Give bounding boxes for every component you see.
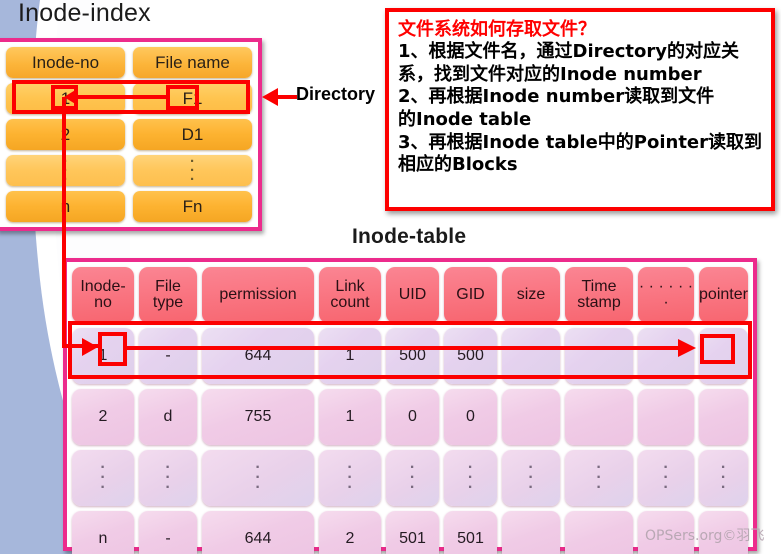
inode-table-cell [638, 389, 694, 445]
vertical-ellipsis-icon: ··· [165, 459, 171, 496]
inode-index-table: Inode-no File name 1 F1 2 D1 ··· ··· n F… [0, 38, 262, 231]
inode-table-cell: - [139, 511, 197, 554]
arrow-line-filename-to-inode [74, 95, 170, 99]
inode-index-row-2[interactable]: 2 D1 [6, 119, 252, 150]
highlight-box-directory-file-name [166, 85, 199, 110]
inode-table-cell: · · · [638, 450, 694, 506]
inode-table-header-link-count: Link count [319, 267, 381, 323]
inode-table-cell: 501 [386, 511, 439, 554]
inode-table-header-pointer: pointer [699, 267, 748, 323]
inode-table-cell: 644 [202, 511, 314, 554]
inode-table-cell [502, 389, 560, 445]
inode-table-cell: · · · [139, 450, 197, 506]
inode-index-header-file-name: File name [133, 47, 252, 78]
inode-index-header-inode-no: Inode-no [6, 47, 125, 78]
inode-table-cell: · · · [386, 450, 439, 506]
inode-table-cell: 0 [386, 389, 439, 445]
inode-table-header-uid: UID [386, 267, 439, 323]
inode-table-cell [565, 389, 633, 445]
inode-table-header-file-type: File type [139, 267, 197, 323]
highlight-box-inode-table-pointer [700, 334, 735, 364]
inode-table-cell: 2 [72, 389, 134, 445]
inode-table-cell [699, 389, 748, 445]
note-heading: 文件系统如何存取文件？ [398, 19, 596, 40]
note-line: 相应的Blocks [398, 154, 518, 176]
inode-table-cell: · · · [699, 450, 748, 506]
note-line: 3、再根据Inode table中的Pointer读取到 [398, 131, 763, 153]
pointer-flow-arrow [678, 339, 696, 357]
inode-table-cell [502, 511, 560, 554]
inode-table-cell: · · · [565, 450, 633, 506]
inode-table-cell: 1 [319, 389, 381, 445]
inode-table-cell: 501 [444, 511, 497, 554]
connector-line-vertical [62, 97, 66, 348]
callout-arrow-directory [262, 88, 278, 106]
inode-table-row[interactable]: 2 d 755 1 0 0 [72, 389, 748, 445]
note-line: 系，找到文件对应的Inode number [398, 63, 702, 85]
inode-table-header-row: Inode-no File type permission Link count U… [72, 267, 748, 323]
note-line: 的Inode table [398, 109, 532, 131]
inode-table-header-permission: permission [202, 267, 314, 323]
vertical-ellipsis-icon: ··· [255, 459, 261, 496]
vertical-ellipsis-icon: ··· [596, 459, 602, 496]
vertical-ellipsis-icon: ··· [347, 459, 353, 496]
inode-table-cell: n [72, 511, 134, 554]
highlight-box-inode-table-inode-no [98, 332, 127, 366]
vertical-ellipsis-icon: ··· [100, 459, 106, 496]
inode-table-row-ellipsis: · · · · · · · · · · · · · · · · · · · · · · · · · · · · · · [72, 450, 748, 506]
inode-table-cell: 755 [202, 389, 314, 445]
inode-table-header-timestamp: Time stamp [565, 267, 633, 323]
note-line: 2、再根据Inode number读取到文件 [398, 86, 715, 108]
explanation-note-box: 文件系统如何存取文件？ 1、根据文件名，通过Directory的对应关 系，找到… [385, 8, 775, 211]
inode-table-header-ellipsis: · · · · · · · [638, 267, 694, 323]
vertical-ellipsis-icon: ··· [663, 459, 669, 496]
inode-table-cell [565, 511, 633, 554]
inode-index-row-n[interactable]: n Fn [6, 191, 252, 222]
vertical-ellipsis-icon: ··· [720, 459, 727, 496]
inode-table: Inode-no File type permission Link count U… [63, 258, 757, 554]
inode-index-cell-file-name: D1 [133, 119, 252, 150]
note-line: 1、根据文件名，通过Directory的对应关 [398, 41, 739, 63]
vertical-ellipsis-icon: ··· [528, 459, 534, 496]
connector-arrow-into-inode-table [82, 338, 98, 356]
page-title-inode-table: Inode-table [352, 225, 467, 248]
inode-index-header-row: Inode-no File name [6, 47, 252, 78]
inode-table-header-gid: GID [444, 267, 497, 323]
inode-index-row-ellipsis: ··· ··· [6, 152, 252, 189]
inode-table-cell: · · · [72, 450, 134, 506]
callout-label-directory: Directory [296, 84, 376, 104]
inode-table-cell: · · · [444, 450, 497, 506]
diagram-canvas: Inode-index Inode-table Inode-no File na… [0, 0, 781, 554]
page-title-inode-index: Inode-index [18, 0, 151, 27]
pointer-flow-line [125, 346, 685, 350]
watermark-text: OPSers.org©羽飞 [645, 528, 765, 544]
inode-table-cell: d [139, 389, 197, 445]
inode-table-cell: · · · [319, 450, 381, 506]
inode-index-cell-file-name: Fn [133, 191, 252, 222]
inode-table-header-size: size [502, 267, 560, 323]
inode-table-header-inode-no: Inode-no [72, 267, 134, 323]
inode-table-cell: · · · [202, 450, 314, 506]
vertical-ellipsis-icon: ··· [467, 459, 474, 496]
inode-table-cell: 2 [319, 511, 381, 554]
inode-table-cell: · · · [502, 450, 560, 506]
vertical-ellipsis-icon: ··· [190, 152, 195, 189]
inode-table-cell: 0 [444, 389, 497, 445]
arrow-head-filename-to-inode [64, 89, 77, 105]
vertical-ellipsis-icon: ··· [409, 459, 416, 496]
inode-index-cell-file-name: · · · [133, 152, 252, 189]
inode-table-row-highlight-box [68, 321, 752, 379]
